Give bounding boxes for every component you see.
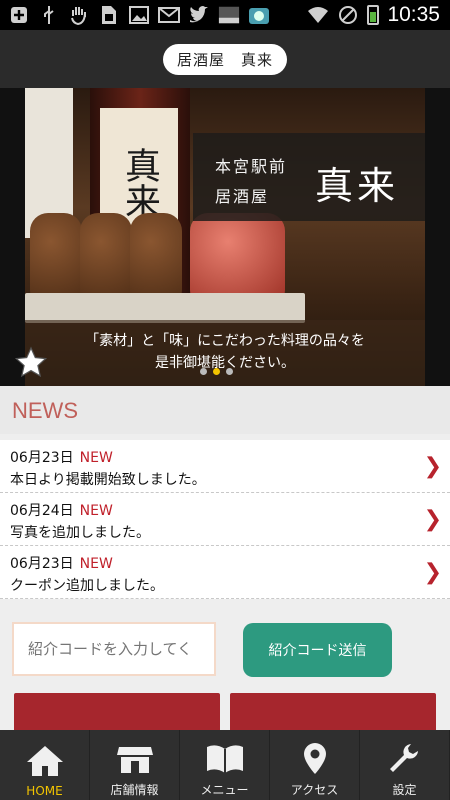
news-date: 06月23日 [10, 450, 74, 466]
camera-icon [248, 5, 270, 25]
image-icon [128, 5, 150, 25]
home-icon [26, 746, 63, 776]
status-time: 10:35 [387, 3, 440, 26]
usb-icon [38, 5, 60, 25]
panel-name: 真来 [315, 164, 400, 208]
hand-icon [68, 5, 90, 25]
twitter-icon [188, 5, 210, 25]
no-signal-icon [337, 5, 359, 25]
page-title: 居酒屋 真来 [162, 43, 287, 75]
sim-icon [98, 5, 120, 25]
tab-access[interactable]: アクセス [270, 730, 360, 800]
news-date-line: 06月23日 NEW [10, 447, 113, 467]
news-item[interactable]: 06月24日 NEW 写真を追加しました。 ❯ [0, 493, 450, 546]
news-text: 本日より掲載開始致しました。 [10, 472, 206, 488]
coupon-tile[interactable] [14, 693, 220, 733]
wifi-icon [307, 5, 329, 25]
app-header: 居酒屋 真来 [0, 30, 450, 88]
news-text: クーポン追加しました。 [10, 578, 164, 594]
carousel-dot[interactable] [226, 368, 233, 375]
tab-label: 設定 [392, 783, 417, 797]
news-list: 06月23日 NEW 本日より掲載開始致しました。 ❯ 06月24日 NEW 写真を… [0, 440, 450, 599]
carousel-dot[interactable] [200, 368, 207, 375]
news-date-line: 06月24日 NEW [10, 500, 113, 520]
tab-label: 店舗情報 [110, 783, 159, 797]
chevron-right-icon[interactable]: ❯ [424, 507, 442, 532]
hero-caption: 「素材」と「味」にこだわった料理の品々を 是非御堪能ください。 [25, 320, 425, 386]
tab-label: HOME [26, 784, 63, 798]
menu-book-icon [206, 745, 243, 773]
carousel-dot-active[interactable] [213, 368, 220, 375]
panel-type: 居酒屋 [215, 187, 270, 206]
status-bar: 10:35 [0, 0, 450, 30]
map-pin-icon [303, 743, 326, 774]
shop-icon [116, 747, 153, 773]
plate [25, 293, 305, 323]
new-badge: NEW [79, 503, 113, 519]
referral-code-input[interactable] [12, 622, 216, 676]
mail-icon [158, 5, 180, 25]
battery-charging-icon [367, 5, 380, 25]
tab-label: メニュー [200, 783, 249, 797]
chevron-right-icon[interactable]: ❯ [424, 560, 442, 585]
news-heading: NEWS [12, 398, 78, 423]
tab-menu[interactable]: メニュー [180, 730, 270, 800]
tab-label: アクセス [290, 783, 339, 797]
news-text: 写真を追加しました。 [10, 525, 150, 541]
news-date: 06月24日 [10, 503, 74, 519]
panel-station: 本宮駅前 [215, 157, 288, 176]
tab-settings[interactable]: 設定 [360, 730, 450, 800]
stamp-tile[interactable] [230, 693, 436, 733]
news-item[interactable]: 06月23日 NEW 本日より掲載開始致しました。 ❯ [0, 440, 450, 493]
chevron-right-icon[interactable]: ❯ [424, 454, 442, 479]
new-badge: NEW [79, 556, 113, 572]
news-date: 06月23日 [10, 556, 74, 572]
news-date-line: 06月23日 NEW [10, 553, 113, 573]
plus-icon [8, 5, 30, 25]
star-icon[interactable] [14, 346, 48, 380]
card-icon [218, 5, 240, 25]
bottom-tab-bar: HOME 店舗情報 メニュー アクセス 設定 [0, 730, 450, 800]
carousel-dots [200, 368, 233, 375]
new-badge: NEW [79, 450, 113, 466]
wrench-icon [389, 744, 418, 772]
tab-shop-info[interactable]: 店舗情報 [90, 730, 180, 800]
caption-line-1: 「素材」と「味」にこだわった料理の品々を [85, 333, 365, 349]
referral-submit-button[interactable]: 紹介コード送信 [243, 623, 392, 677]
store-name-panel: 本宮駅前 居酒屋 真来 [193, 133, 425, 221]
tab-home[interactable]: HOME [0, 730, 90, 800]
news-item[interactable]: 06月23日 NEW クーポン追加しました。 ❯ [0, 546, 450, 599]
hero-carousel[interactable]: 真来 本宮駅前 居酒屋 真来 「素材」と「味」にこだわった料理の品々を 是非御堪… [0, 88, 450, 386]
news-header: NEWS [0, 386, 450, 434]
